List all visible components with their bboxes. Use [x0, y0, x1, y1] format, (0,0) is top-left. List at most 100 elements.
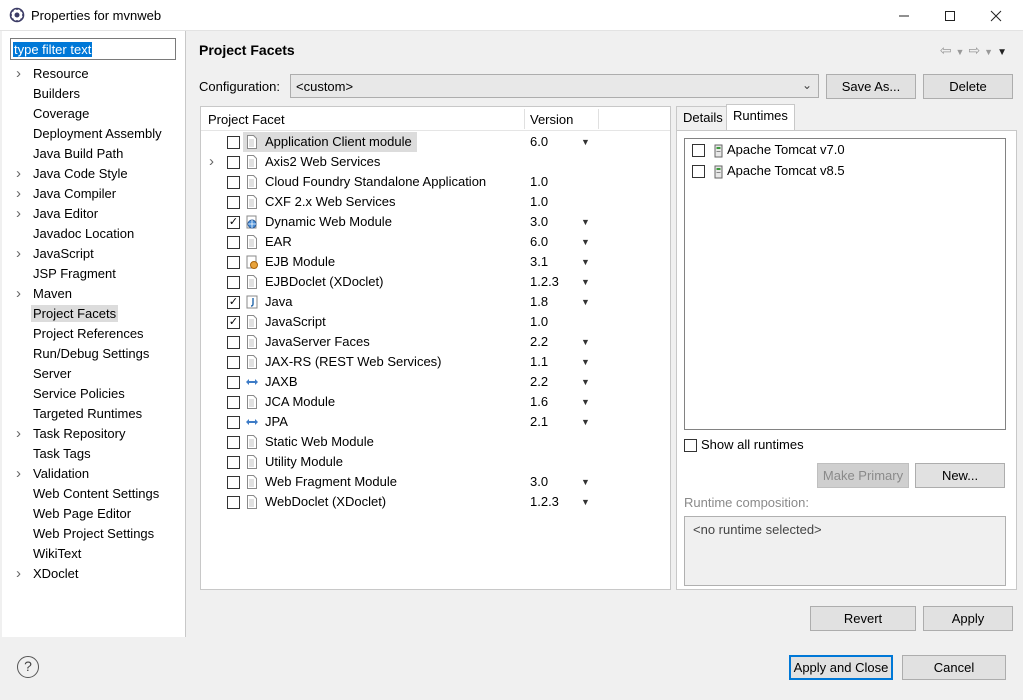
col-facet-header[interactable]: Project Facet [208, 112, 285, 127]
expand-arrow-icon[interactable]: › [209, 152, 214, 172]
nav-item[interactable]: Project References [2, 324, 186, 344]
facet-checkbox[interactable] [227, 276, 240, 289]
facet-row[interactable]: CXF 2.x Web Services 1.0 [201, 192, 670, 212]
nav-item[interactable]: Builders [2, 84, 186, 104]
facet-row[interactable]: JCA Module 1.6 ▼ [201, 392, 670, 412]
nav-item[interactable]: › JavaScript [2, 244, 186, 264]
runtime-item[interactable]: Apache Tomcat v7.0 [685, 139, 1005, 160]
nav-item[interactable]: Java Build Path [2, 144, 186, 164]
facet-checkbox[interactable] [227, 436, 240, 449]
facet-checkbox[interactable] [227, 416, 240, 429]
facet-version[interactable]: 1.8 [530, 292, 548, 312]
help-icon[interactable]: ? [17, 656, 39, 678]
facet-version[interactable]: 2.1 [530, 412, 548, 432]
nav-item[interactable]: Web Project Settings [2, 524, 186, 544]
filter-input[interactable]: type filter text [10, 38, 176, 60]
version-dropdown-icon[interactable]: ▼ [581, 212, 590, 232]
facet-version[interactable]: 2.2 [530, 332, 548, 352]
facet-row[interactable]: JavaServer Faces 2.2 ▼ [201, 332, 670, 352]
facet-row[interactable]: Web Fragment Module 3.0 ▼ [201, 472, 670, 492]
version-dropdown-icon[interactable]: ▼ [581, 392, 590, 412]
nav-item[interactable]: Service Policies [2, 384, 186, 404]
facet-version[interactable]: 1.1 [530, 352, 548, 372]
facet-version[interactable]: 3.0 [530, 472, 548, 492]
facet-checkbox[interactable] [227, 336, 240, 349]
expand-arrow-icon[interactable]: › [16, 64, 21, 84]
new-runtime-button[interactable]: New... [915, 463, 1005, 488]
nav-item[interactable]: › Resource [2, 64, 186, 84]
apply-and-close-button[interactable]: Apply and Close [789, 655, 893, 680]
facet-row[interactable]: JPA 2.1 ▼ [201, 412, 670, 432]
facet-checkbox[interactable] [227, 256, 240, 269]
facet-row[interactable]: WebDoclet (XDoclet) 1.2.3 ▼ [201, 492, 670, 512]
facet-checkbox[interactable] [227, 376, 240, 389]
facet-checkbox[interactable] [227, 236, 240, 249]
facet-row[interactable]: JAX-RS (REST Web Services) 1.1 ▼ [201, 352, 670, 372]
nav-item[interactable]: › Task Repository [2, 424, 186, 444]
column-divider[interactable] [524, 109, 525, 129]
facet-version[interactable]: 1.6 [530, 392, 548, 412]
nav-item[interactable]: Javadoc Location [2, 224, 186, 244]
nav-item[interactable]: Run/Debug Settings [2, 344, 186, 364]
facet-row[interactable]: JAXB 2.2 ▼ [201, 372, 670, 392]
nav-item[interactable]: Coverage [2, 104, 186, 124]
nav-item[interactable]: Deployment Assembly [2, 124, 186, 144]
facet-version[interactable]: 3.1 [530, 252, 548, 272]
expand-arrow-icon[interactable]: › [16, 164, 21, 184]
facet-row[interactable]: Application Client module 6.0 ▼ [201, 132, 670, 152]
cancel-button[interactable]: Cancel [902, 655, 1006, 680]
close-button[interactable] [973, 0, 1019, 31]
facet-row[interactable]: EJB Module 3.1 ▼ [201, 252, 670, 272]
nav-item[interactable]: JSP Fragment [2, 264, 186, 284]
nav-item[interactable]: Targeted Runtimes [2, 404, 186, 424]
tab-details[interactable]: Details [676, 106, 730, 130]
version-dropdown-icon[interactable]: ▼ [581, 372, 590, 392]
facet-checkbox[interactable] [227, 176, 240, 189]
nav-item[interactable]: › XDoclet [2, 564, 186, 584]
nav-item[interactable]: › Java Compiler [2, 184, 186, 204]
nav-item[interactable]: › Java Editor [2, 204, 186, 224]
facet-checkbox[interactable] [227, 356, 240, 369]
nav-item[interactable]: › Java Code Style [2, 164, 186, 184]
column-divider[interactable] [598, 109, 599, 129]
version-dropdown-icon[interactable]: ▼ [581, 352, 590, 372]
forward-menu-icon[interactable]: ▼ [984, 47, 997, 57]
maximize-button[interactable] [927, 0, 973, 31]
facet-version[interactable]: 1.2.3 [530, 272, 559, 292]
facet-row[interactable]: Static Web Module [201, 432, 670, 452]
apply-button[interactable]: Apply [923, 606, 1013, 631]
nav-item[interactable]: Server [2, 364, 186, 384]
expand-arrow-icon[interactable]: › [16, 184, 21, 204]
facet-row[interactable]: ✓ JavaScript 1.0 [201, 312, 670, 332]
runtime-checkbox[interactable] [692, 165, 705, 178]
back-icon[interactable]: ⇦ [940, 42, 956, 58]
expand-arrow-icon[interactable]: › [16, 564, 21, 584]
facet-checkbox[interactable]: ✓ [227, 296, 240, 309]
version-dropdown-icon[interactable]: ▼ [581, 492, 590, 512]
version-dropdown-icon[interactable]: ▼ [581, 272, 590, 292]
view-menu-icon[interactable]: ▼ [997, 47, 1011, 58]
back-menu-icon[interactable]: ▼ [956, 47, 969, 57]
runtime-item[interactable]: Apache Tomcat v8.5 [685, 160, 1005, 181]
facet-version[interactable]: 3.0 [530, 212, 548, 232]
facet-checkbox[interactable] [227, 156, 240, 169]
facet-row[interactable]: Cloud Foundry Standalone Application 1.0 [201, 172, 670, 192]
version-dropdown-icon[interactable]: ▼ [581, 412, 590, 432]
facet-version[interactable]: 2.2 [530, 372, 548, 392]
facet-row[interactable]: EAR 6.0 ▼ [201, 232, 670, 252]
expand-arrow-icon[interactable]: › [16, 244, 21, 264]
version-dropdown-icon[interactable]: ▼ [581, 472, 590, 492]
facet-row[interactable]: ✓ Java 1.8 ▼ [201, 292, 670, 312]
nav-item[interactable]: Web Page Editor [2, 504, 186, 524]
facet-version[interactable]: 6.0 [530, 132, 548, 152]
version-dropdown-icon[interactable]: ▼ [581, 292, 590, 312]
make-primary-button[interactable]: Make Primary [817, 463, 909, 488]
facet-checkbox[interactable] [227, 476, 240, 489]
facet-checkbox[interactable]: ✓ [227, 216, 240, 229]
facet-version[interactable]: 6.0 [530, 232, 548, 252]
facet-checkbox[interactable]: ✓ [227, 316, 240, 329]
facet-row[interactable]: › Axis2 Web Services [201, 152, 670, 172]
facet-row[interactable]: Utility Module [201, 452, 670, 472]
configuration-select[interactable]: <custom> ⌄ [290, 74, 819, 98]
facet-checkbox[interactable] [227, 136, 240, 149]
